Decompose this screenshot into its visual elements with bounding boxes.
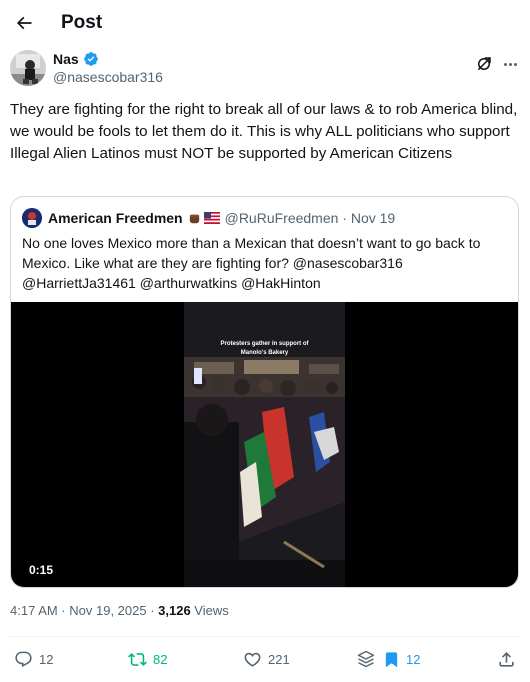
video-caption-line-1: Protesters gather in support of [220,341,309,347]
avatar[interactable] [10,50,46,86]
views-label: Views [190,603,229,618]
quoted-avatar [22,208,42,228]
post-text: They are fighting for the right to break… [10,101,518,162]
grok-button[interactable] [472,52,496,76]
top-bar: Post [0,0,530,46]
analytics-button[interactable] [356,647,376,671]
quoted-handle-date[interactable]: @RuRuFreedmen · Nov 19 [225,210,396,226]
raised-fist-icon [189,214,199,223]
reply-button[interactable]: 12 [14,647,53,671]
bookmark-icon [385,651,398,667]
like-icon [244,652,261,667]
divider [10,636,519,637]
author-name[interactable]: Nas [53,51,99,67]
back-arrow-icon [16,16,32,30]
quoted-post-header: American Freedmen @RuRuFreedmen · Nov 19 [22,208,395,228]
quoted-text: No one loves Mexico more than a Mexican … [22,235,481,291]
video-player[interactable]: Protesters gather in support of Manolo's… [11,302,518,587]
share-icon [499,651,514,667]
repost-icon [128,652,147,666]
share-button[interactable] [497,647,516,671]
like-count: 221 [268,651,290,667]
repost-count: 82 [153,651,168,667]
more-icon [503,62,507,66]
page-title: Post [61,12,103,33]
bookmark-button[interactable]: 12 [383,647,420,671]
post-timestamp[interactable]: 4:17 AM · Nov 19, 2025 · [10,603,158,618]
back-button[interactable] [8,7,40,39]
post-meta: 4:17 AM · Nov 19, 2025 · 3,126 Views [10,603,229,618]
action-bar: 12 82 221 12 [0,645,530,673]
analytics-icon [357,650,375,668]
quoted-author-emojis [187,211,220,226]
reply-icon [15,651,32,667]
like-button[interactable]: 221 [243,647,290,671]
quoted-post[interactable]: American Freedmen @RuRuFreedmen · Nov 19… [10,196,519,588]
author-handle[interactable]: @nasescobar316 [53,69,163,85]
more-button[interactable] [500,52,520,76]
bookmark-count: 12 [406,651,421,667]
us-flag-icon [203,212,220,224]
video-caption: Protesters gather in support of Manolo's… [184,340,345,358]
repost-button[interactable]: 82 [128,647,167,671]
views-count: 3,126 [158,603,191,618]
video-frame: Protesters gather in support of Manolo's… [184,302,345,587]
reply-count: 12 [39,651,54,667]
video-caption-line-2: Manolo's Bakery [240,350,289,356]
post-author: Nas @nasescobar316 [10,48,520,90]
grok-icon [478,57,491,70]
quoted-author-name[interactable]: American Freedmen [48,210,183,226]
verified-badge-icon [83,52,98,66]
author-name-text[interactable]: Nas [53,51,79,67]
video-duration: 0:15 [29,563,54,577]
